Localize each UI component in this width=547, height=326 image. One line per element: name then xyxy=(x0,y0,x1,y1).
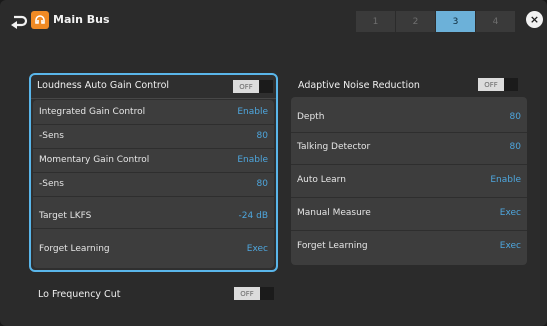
row-value[interactable]: Enable xyxy=(490,175,521,185)
list-item[interactable]: Depth 80 xyxy=(291,102,527,133)
row-value[interactable]: 80 xyxy=(257,131,268,141)
row-label: -Sens xyxy=(39,131,64,141)
row-value[interactable]: Exec xyxy=(247,244,268,254)
page-button-4[interactable]: 4 xyxy=(476,11,515,32)
loudness-label: Loudness Auto Gain Control xyxy=(37,80,170,91)
list-item[interactable]: -Sens 80 xyxy=(33,124,274,149)
row-label: Momentary Gain Control xyxy=(39,155,150,165)
noise-label: Adaptive Noise Reduction xyxy=(298,80,420,91)
row-label: Manual Measure xyxy=(297,208,371,218)
list-item[interactable]: Target LKFS -24 dB xyxy=(33,204,274,229)
loudness-header: Loudness Auto Gain Control OFF xyxy=(31,75,276,99)
page-button-2[interactable]: 2 xyxy=(396,11,435,32)
list-item[interactable]: Forget Learning Exec xyxy=(33,237,274,261)
row-value[interactable]: Exec xyxy=(500,208,521,218)
page-title: Main Bus xyxy=(53,13,110,26)
list-item[interactable]: Momentary Gain Control Enable xyxy=(33,148,274,173)
loudness-group: Loudness Auto Gain Control OFF Integrate… xyxy=(29,73,278,272)
list-item[interactable]: Forget Learning Exec xyxy=(291,230,527,263)
lo-frequency-cut-toggle[interactable]: OFF xyxy=(234,287,274,300)
list-item[interactable]: Talking Detector 80 xyxy=(291,132,527,165)
loudness-panel: Integrated Gain Control Enable -Sens 80 … xyxy=(33,100,274,268)
row-label: -Sens xyxy=(39,179,64,189)
lo-frequency-toggle-state: OFF xyxy=(234,287,260,300)
row-value[interactable]: -24 dB xyxy=(239,211,268,221)
window-frame: Main Bus 1 2 3 4 × Loudness Auto Gain Co… xyxy=(0,0,547,326)
page-button-3[interactable]: 3 xyxy=(436,11,475,32)
row-label: Depth xyxy=(297,112,325,122)
row-value[interactable]: 80 xyxy=(510,142,521,152)
row-value[interactable]: Exec xyxy=(500,241,521,251)
page-selector: 1 2 3 4 xyxy=(356,11,516,32)
list-item[interactable]: Integrated Gain Control Enable xyxy=(33,100,274,125)
close-icon[interactable]: × xyxy=(526,11,543,28)
noise-panel: Depth 80 Talking Detector 80 Auto Learn … xyxy=(291,97,527,265)
bus-icon xyxy=(31,11,49,29)
row-label: Target LKFS xyxy=(39,211,92,221)
row-value[interactable]: Enable xyxy=(237,155,268,165)
row-label: Integrated Gain Control xyxy=(39,107,146,117)
back-arrow-icon[interactable] xyxy=(10,13,28,29)
row-value[interactable]: 80 xyxy=(257,179,268,189)
page-button-1[interactable]: 1 xyxy=(356,11,395,32)
lo-frequency-cut-label: Lo Frequency Cut xyxy=(38,289,121,300)
row-label: Talking Detector xyxy=(297,142,371,152)
list-item[interactable]: -Sens 80 xyxy=(33,172,274,197)
noise-toggle-state: OFF xyxy=(478,78,504,91)
row-label: Auto Learn xyxy=(297,175,346,185)
toggle-knob xyxy=(504,78,518,91)
loudness-toggle[interactable]: OFF xyxy=(233,80,273,93)
list-item[interactable]: Auto Learn Enable xyxy=(291,164,527,198)
row-value[interactable]: 80 xyxy=(510,112,521,122)
toggle-knob xyxy=(259,80,273,93)
row-value[interactable]: Enable xyxy=(237,107,268,117)
row-label: Forget Learning xyxy=(297,241,368,251)
noise-toggle[interactable]: OFF xyxy=(478,78,518,91)
toggle-knob xyxy=(260,287,274,300)
row-label: Forget Learning xyxy=(39,244,110,254)
list-item[interactable]: Manual Measure Exec xyxy=(291,197,527,231)
loudness-toggle-state: OFF xyxy=(233,80,259,93)
